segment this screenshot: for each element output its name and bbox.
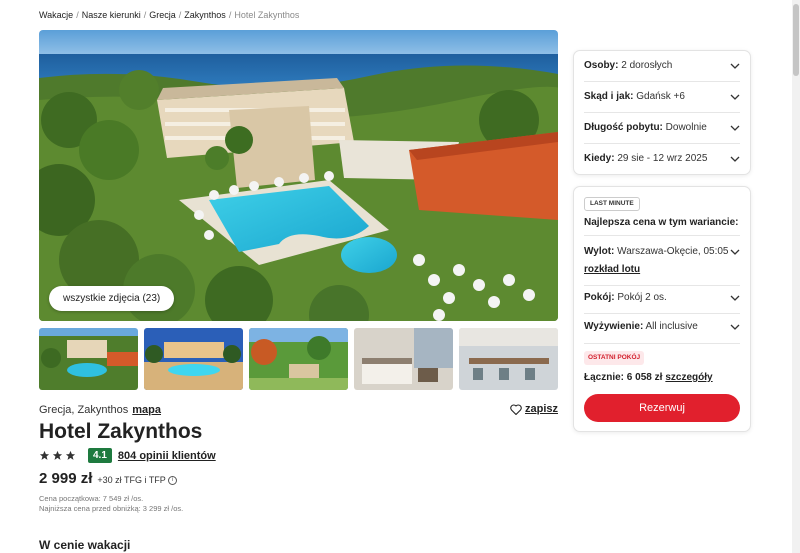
filter-value: 29 sie - 12 wrz 2025 bbox=[617, 153, 708, 164]
room-label: Pokój: bbox=[584, 292, 615, 303]
chevron-down-icon bbox=[730, 125, 740, 131]
star-icon bbox=[39, 450, 50, 460]
star-icon bbox=[65, 450, 76, 460]
last-room-badge: OSTATNI POKÓJ bbox=[584, 351, 645, 365]
divider bbox=[584, 112, 740, 113]
hotel-stars bbox=[39, 450, 76, 461]
rating-row: 4.1 804 opinii klientów bbox=[39, 448, 216, 463]
map-link[interactable]: mapa bbox=[132, 404, 161, 416]
divider bbox=[584, 313, 740, 314]
thumbnail-2[interactable] bbox=[144, 328, 243, 390]
board-selector[interactable]: Wyżywienie: All inclusive bbox=[584, 321, 740, 332]
flight-schedule-link[interactable]: rozkład lotu bbox=[584, 264, 640, 275]
photo-thumbnails bbox=[39, 328, 558, 390]
divider bbox=[584, 235, 740, 236]
price-row: 2 999 zł +30 zł TFG i TFP i bbox=[39, 470, 177, 487]
room-value: Pokój 2 os. bbox=[617, 292, 667, 303]
divider bbox=[584, 81, 740, 82]
thumbnail-4[interactable] bbox=[354, 328, 453, 390]
chevron-down-icon bbox=[730, 94, 740, 100]
price-per-person: 2 999 zł bbox=[39, 470, 93, 487]
price-extra-fees: +30 zł TFG i TFP i bbox=[97, 475, 177, 486]
book-button[interactable]: Rezerwuj bbox=[584, 394, 740, 422]
chevron-down-icon bbox=[730, 156, 740, 162]
offer-card: LAST MINUTE Najlepsza cena w tym warianc… bbox=[573, 186, 751, 432]
filter-departure[interactable]: Skąd i jak: Gdańsk +6 bbox=[584, 91, 740, 102]
save-label: zapisz bbox=[524, 403, 558, 415]
location-text: Grecja, Zakynthos bbox=[39, 404, 129, 416]
all-photos-button[interactable]: wszystkie zdjęcia (23) bbox=[49, 286, 175, 311]
filter-duration[interactable]: Długość pobytu: Dowolnie bbox=[584, 122, 740, 133]
total-price: Łącznie: 6 058 zł szczegóły bbox=[584, 372, 713, 383]
details-link[interactable]: szczegóły bbox=[665, 372, 712, 383]
hotel-location: Grecja, Zakynthos mapa bbox=[39, 404, 161, 416]
starting-price-note: Cena początkowa: 7 549 zł /os. bbox=[39, 494, 144, 503]
last-minute-badge: LAST MINUTE bbox=[584, 197, 640, 211]
filter-label: Skąd i jak: bbox=[584, 91, 634, 102]
filter-label: Kiedy: bbox=[584, 153, 615, 164]
section-heading-included: W cenie wakacji bbox=[39, 538, 131, 552]
board-value: All inclusive bbox=[645, 321, 698, 332]
flight-label: Wylot: bbox=[584, 246, 615, 257]
hotel-aerial-photo bbox=[39, 30, 558, 321]
search-filters-card: Osoby: 2 dorosłych Skąd i jak: Gdańsk +6… bbox=[573, 50, 751, 175]
main-hotel-photo[interactable]: wszystkie zdjęcia (23) bbox=[39, 30, 558, 321]
breadcrumb-item-zakynthos[interactable]: Zakynthos bbox=[184, 10, 226, 20]
chevron-down-icon bbox=[730, 324, 740, 330]
chevron-down-icon bbox=[730, 249, 740, 255]
divider bbox=[584, 285, 740, 286]
reviews-link[interactable]: 804 opinii klientów bbox=[118, 450, 216, 462]
chevron-down-icon bbox=[730, 63, 740, 69]
thumbnail-image bbox=[354, 328, 453, 390]
filter-dates[interactable]: Kiedy: 29 sie - 12 wrz 2025 bbox=[584, 153, 740, 164]
hotel-name: Hotel Zakynthos bbox=[39, 420, 203, 443]
breadcrumb-item-wakacje[interactable]: Wakacje bbox=[39, 10, 73, 20]
thumbnail-image bbox=[459, 328, 558, 390]
lowest-price-note: Najniższa cena przed obniżką: 3 299 zł /… bbox=[39, 504, 184, 513]
thumbnail-1[interactable] bbox=[39, 328, 138, 390]
board-label: Wyżywienie: bbox=[584, 321, 644, 332]
chevron-down-icon bbox=[730, 295, 740, 301]
divider bbox=[584, 143, 740, 144]
flight-value: Warszawa-Okęcie, 05:05 bbox=[617, 246, 729, 257]
heart-icon bbox=[510, 403, 522, 415]
best-price-heading: Najlepsza cena w tym wariancie: bbox=[584, 217, 739, 228]
breadcrumb-item-grecja[interactable]: Grecja bbox=[149, 10, 176, 20]
room-selector[interactable]: Pokój: Pokój 2 os. bbox=[584, 292, 740, 303]
breadcrumb: Wakacje / Nasze kierunki / Grecja / Zakynthos /… bbox=[39, 10, 300, 20]
breadcrumb-current: Hotel Zakynthos bbox=[234, 10, 300, 20]
rating-score-badge: 4.1 bbox=[88, 448, 112, 463]
price-extra-text: +30 zł TFG i TFP bbox=[97, 475, 166, 485]
filter-label: Długość pobytu: bbox=[584, 122, 663, 133]
thumbnail-image bbox=[249, 328, 348, 390]
filter-value: 2 dorosłych bbox=[621, 60, 673, 71]
thumbnail-3[interactable] bbox=[249, 328, 348, 390]
thumbnail-image bbox=[39, 328, 138, 390]
filter-persons[interactable]: Osoby: 2 dorosłych bbox=[584, 60, 740, 71]
divider bbox=[584, 343, 740, 344]
info-icon[interactable]: i bbox=[167, 476, 177, 486]
filter-value: Dowolnie bbox=[665, 122, 707, 133]
thumbnail-5[interactable] bbox=[459, 328, 558, 390]
scrollbar-thumb[interactable] bbox=[793, 4, 799, 76]
flight-selector[interactable]: Wylot: Warszawa-Okęcie, 05:05 bbox=[584, 246, 740, 257]
page-scrollbar[interactable] bbox=[792, 0, 800, 553]
total-label: Łącznie: 6 058 zł bbox=[584, 372, 663, 383]
thumbnail-image bbox=[144, 328, 243, 390]
filter-value: Gdańsk +6 bbox=[636, 91, 685, 102]
breadcrumb-item-kierunki[interactable]: Nasze kierunki bbox=[82, 10, 141, 20]
star-icon bbox=[52, 450, 63, 460]
save-button[interactable]: zapisz bbox=[510, 403, 558, 415]
filter-label: Osoby: bbox=[584, 60, 619, 71]
